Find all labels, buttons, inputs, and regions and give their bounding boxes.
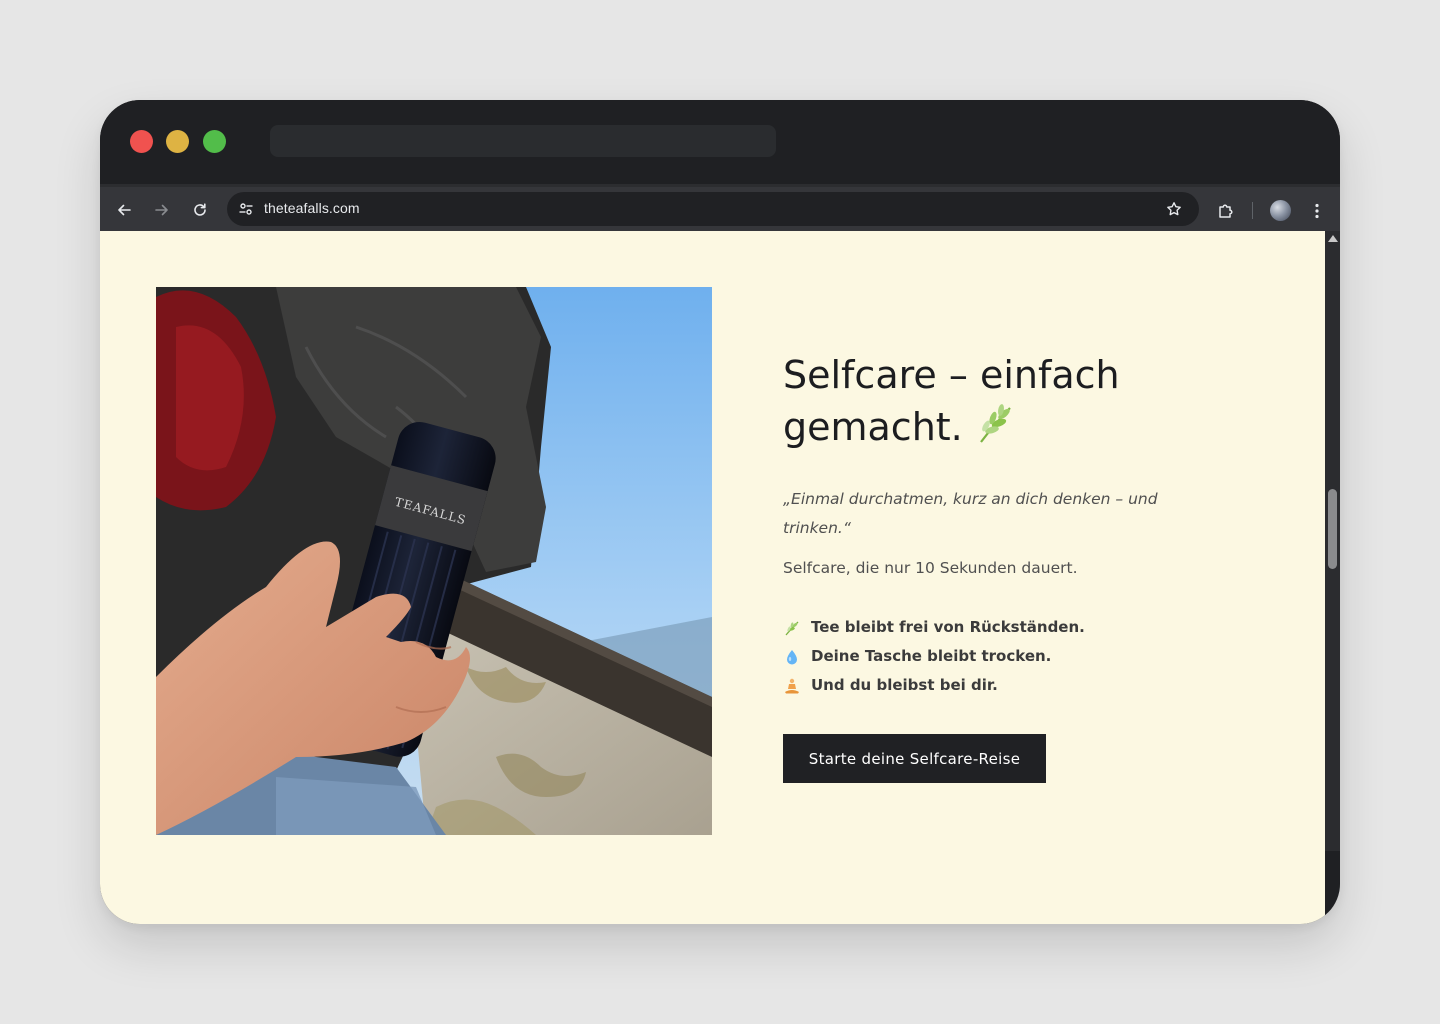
scroll-up-arrow[interactable] [1328,235,1338,242]
reload-button[interactable] [187,197,213,223]
headline-line-1: Selfcare – einfach [783,353,1120,397]
reload-icon [194,203,206,216]
back-button[interactable] [111,197,137,223]
herb-icon [977,404,1015,457]
url-text[interactable]: theteafalls.com [264,200,360,216]
droplet-icon [783,648,801,666]
maximize-window-button[interactable] [203,130,226,153]
title-bar [100,100,1340,184]
product-photo: TEAFALLS [156,287,712,835]
minimize-window-button[interactable] [166,130,189,153]
close-window-button[interactable] [130,130,153,153]
scroll-thumb[interactable] [1328,489,1337,569]
tune-icon [239,203,253,215]
bookmark-button[interactable] [1163,198,1185,220]
hero-content: Selfcare – einfach gemacht. „Einmal durc… [783,349,1203,783]
toolbar-divider [1252,202,1253,219]
herb-icon [783,619,801,637]
address-bar[interactable]: theteafalls.com [227,192,1199,226]
benefit-text: Und du bleibst bei dir. [811,676,998,694]
browser-tab[interactable] [270,125,776,157]
site-info-button[interactable] [235,198,257,220]
browser-toolbar: theteafalls.com [100,184,1340,231]
benefit-list: Tee bleibt frei von Rückständen. Deine T… [783,613,1203,700]
extensions-button[interactable] [1214,199,1238,223]
page-title: Selfcare – einfach gemacht. [783,349,1203,457]
arrow-left-icon [118,204,131,216]
benefit-text: Tee bleibt frei von Rückständen. [811,618,1085,636]
profile-avatar[interactable] [1270,200,1291,221]
quote-line-1: „Einmal durchatmen, kurz an dich denken … [783,490,1158,508]
browser-menu-button[interactable] [1306,199,1328,223]
subtext: Selfcare, die nur 10 Sekunden dauert. [783,559,1078,577]
benefit-text: Deine Tasche bleibt trocken. [811,647,1052,665]
web-page: TEAFALLS Selfcare – einfach gemacht. „Ei… [100,231,1325,924]
puzzle-icon [1219,204,1233,218]
forward-button[interactable] [149,197,175,223]
browser-window: theteafalls.com TEAFALLS Selfcare – einf… [100,100,1340,924]
list-item: Und du bleibst bei dir. [783,671,1203,700]
product-image: TEAFALLS [156,287,712,835]
meditation-icon [783,677,801,695]
page-scrollbar[interactable] [1325,231,1340,851]
quote-line-2: trinken.“ [783,519,851,537]
arrow-right-icon [155,204,168,216]
more-vert-icon [1315,203,1319,219]
cta-button[interactable]: Starte deine Selfcare-Reise [783,734,1046,783]
star-icon [1167,202,1181,216]
list-item: Tee bleibt frei von Rückständen. [783,613,1203,642]
quote-text: „Einmal durchatmen, kurz an dich denken … [783,485,1163,543]
list-item: Deine Tasche bleibt trocken. [783,642,1203,671]
headline-line-2: gemacht. [783,405,963,449]
